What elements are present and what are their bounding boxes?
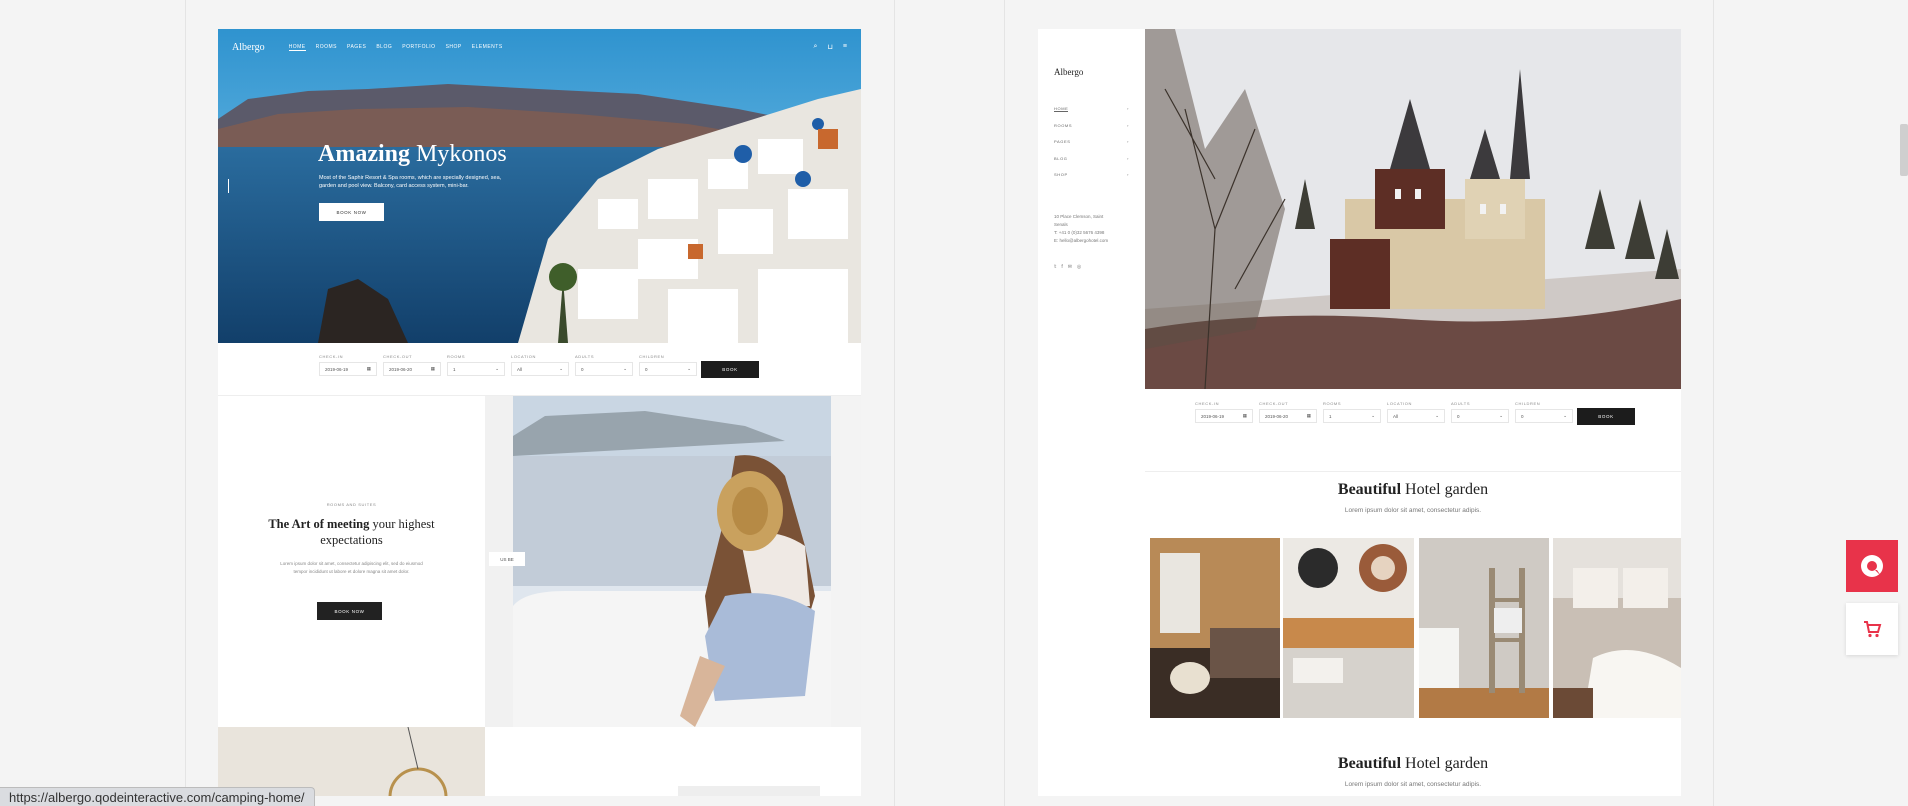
children-select[interactable]: CHILDREN 0 ⌄ [1515,401,1573,423]
book-now-button[interactable]: BOOK NOW [317,602,382,620]
woman-with-hat-image [485,396,861,727]
section-title: Beautiful Hotel garden [1337,481,1489,498]
chevron-down-icon: ⌄ [1499,413,1503,418]
image-caption-chip: US BE [489,552,525,566]
check-out-field[interactable]: CHECK-OUT 2019-06-20 ▦ [383,354,441,376]
chevron-down-icon: ⌄ [495,366,499,371]
section-title: Beautiful Hotel garden [1337,755,1489,772]
chevron-right-icon: › [1127,139,1129,144]
gallery-image[interactable] [1419,538,1549,718]
page-scrollbar[interactable] [1900,124,1908,176]
nav-item-elements[interactable]: ELEMENTS [472,44,503,50]
nav-item-portfolio[interactable]: PORTFOLIO [402,44,435,50]
gallery-image[interactable] [1150,538,1280,718]
calendar-icon: ▦ [430,366,435,371]
chevron-down-icon: ⌄ [623,366,627,371]
next-section-blank [485,727,861,796]
side-menu: HOME › ROOMS › PAGES › BLOG › SHOP › [1054,106,1129,189]
side-menu-item-shop[interactable]: SHOP › [1054,172,1129,189]
support-chat-button[interactable] [1846,540,1898,592]
chevron-right-icon: › [1127,106,1129,111]
cart-button[interactable] [1846,603,1898,655]
section-subtitle: Lorem ipsum dolor sit amet, consectetur … [1344,507,1482,514]
calendar-icon: ▦ [1242,413,1247,418]
chevron-right-icon: › [1127,122,1129,128]
chevron-down-icon: ⌄ [1563,413,1567,418]
slider-indicator[interactable] [228,179,229,193]
instagram-icon[interactable]: ◎ [1077,264,1081,270]
adults-select[interactable]: ADULTS 0 ⌄ [1451,401,1509,423]
book-button[interactable]: BOOK [1577,408,1635,425]
link-status-bar: https://albergo.qodeinteractive.com/camp… [0,787,315,806]
book-button[interactable]: BOOK [701,361,759,378]
divider [894,0,895,806]
hero-description: Most of the Saphir Resort & Spa rooms, w… [319,175,502,189]
nav-item-home[interactable]: HOME [288,44,306,51]
chevron-down-icon: ⌄ [559,366,563,371]
nav-item-shop[interactable]: SHOP [446,44,462,50]
twitter-icon[interactable]: 𝕥 [1054,264,1056,270]
children-select[interactable]: CHILDREN 0 ⌄ [639,354,697,376]
check-out-field[interactable]: CHECK-OUT 2019-06-20 ▦ [1259,401,1317,423]
section-subtitle: Lorem ipsum dolor sit amet, consectetur … [1344,781,1482,788]
location-select[interactable]: LOCATION All ⌄ [1387,401,1445,423]
side-menu-item-blog[interactable]: BLOG › [1054,156,1129,173]
site-logo[interactable]: Albergo [232,42,265,53]
hero-image: Albergo HOME ROOMS PAGES BLOG PORTFOLIO … [218,29,861,343]
search-icon[interactable]: ⌕ [814,43,818,51]
booking-form: CHECK-IN 2019-06-19 ▦ CHECK-OUT 2019-06-2… [218,343,861,396]
chevron-right-icon: › [1127,172,1129,177]
side-menu-item-pages[interactable]: PAGES › [1054,139,1129,156]
check-in-field[interactable]: CHECK-IN 2019-06-19 ▦ [319,354,377,376]
booking-form: CHECK-IN 2019-06-19 ▦ CHECK-OUT 2019-06-2… [1145,389,1681,472]
cart-icon [1864,621,1882,638]
vertical-sidebar: Albergo HOME › ROOMS › PAGES › BLOG › SHOP › … [1038,29,1145,796]
book-now-button[interactable]: BOOK NOW [319,203,384,221]
demo-preview-left[interactable]: Albergo HOME ROOMS PAGES BLOG PORTFOLIO … [218,29,861,796]
gallery-image[interactable] [1283,538,1414,718]
hero-title: Amazing Mykonos [318,141,507,167]
page: Albergo HOME ROOMS PAGES BLOG PORTFOLIO … [0,0,1908,806]
cart-icon[interactable]: ⊔ [827,43,832,51]
art-section: ROOMS AND SUITES The Art of meeting your… [218,396,485,727]
location-select[interactable]: LOCATION All ⌄ [511,354,569,376]
calendar-icon: ▦ [366,366,371,371]
divider [1004,0,1005,806]
chevron-down-icon: ⌄ [1371,413,1375,418]
rooms-select[interactable]: ROOMS 1 ⌄ [1323,401,1381,423]
section-eyebrow: ROOMS AND SUITES [326,502,377,507]
contact-address: 10 Place Clemson, Saint Senals T: +41 0 … [1054,214,1109,243]
calendar-icon: ▦ [1306,413,1311,418]
demo-preview-right[interactable]: Albergo HOME › ROOMS › PAGES › BLOG › SHOP › … [1038,29,1681,796]
divider [185,0,186,806]
chat-icon [1861,555,1883,577]
site-logo[interactable]: Albergo [1054,67,1083,77]
site-nav: Albergo HOME ROOMS PAGES BLOG PORTFOLIO … [232,39,847,55]
section-title: The Art of meeting your highest expectat… [268,517,435,547]
section-text: Lorem ipsum dolor sit amet, consectetur … [280,561,423,574]
nav-item-pages[interactable]: PAGES [347,44,366,50]
side-menu-item-rooms[interactable]: ROOMS › [1054,123,1129,140]
castle-hero-image [1145,29,1681,389]
gallery-image[interactable] [1553,538,1681,718]
divider [1713,0,1714,806]
chevron-down-icon: ⌄ [687,366,691,371]
rooms-select[interactable]: ROOMS 1 ⌄ [447,354,505,376]
adults-select[interactable]: ADULTS 0 ⌄ [575,354,633,376]
mail-icon[interactable]: ✉ [1068,264,1072,270]
check-in-field[interactable]: CHECK-IN 2019-06-19 ▦ [1195,401,1253,423]
next-section-image [218,727,485,796]
facebook-icon[interactable]: f [1061,264,1062,270]
chevron-right-icon: › [1127,155,1129,161]
chevron-down-icon: ⌄ [1435,413,1439,418]
social-links: 𝕥 f ✉ ◎ [1054,264,1081,270]
nav-item-rooms[interactable]: ROOMS [316,44,337,50]
side-menu-item-home[interactable]: HOME › [1054,106,1129,123]
menu-icon[interactable]: ≡ [843,43,847,51]
nav-item-blog[interactable]: BLOG [376,44,392,50]
